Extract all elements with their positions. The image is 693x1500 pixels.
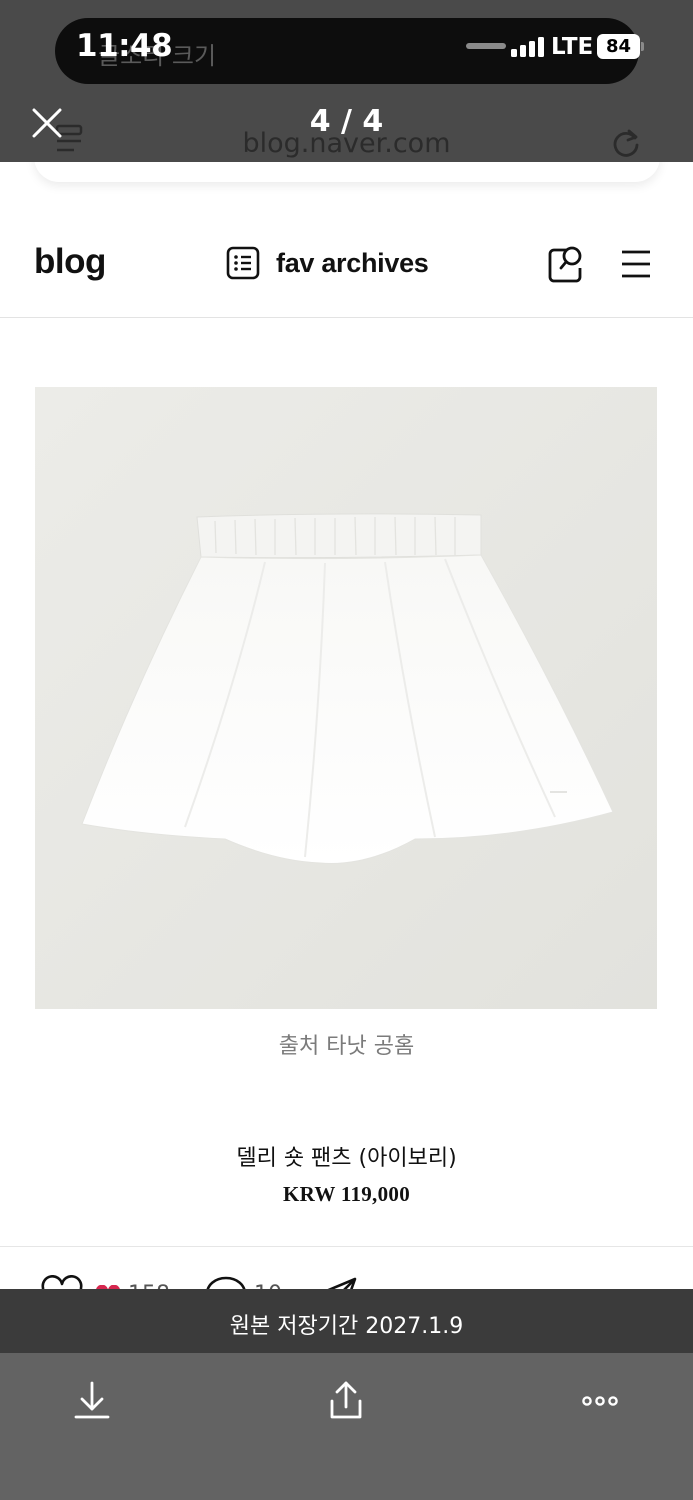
divider (0, 1246, 693, 1247)
signal-strength-icon (466, 35, 544, 57)
shorts-image (35, 387, 657, 1009)
menu-icon[interactable] (620, 248, 652, 280)
download-icon[interactable] (70, 1379, 114, 1423)
product-name: 델리 숏 팬츠 (아이보리) (236, 1146, 457, 1171)
comment-icon[interactable] (204, 1274, 248, 1289)
like-count[interactable]: 158 (128, 1282, 170, 1289)
status-time: 11:48 (76, 28, 173, 64)
search-icon[interactable] (546, 244, 586, 284)
share-icon[interactable] (316, 1276, 358, 1289)
archive-link[interactable]: fav archives (226, 246, 429, 280)
blog-header: blog fav archives (0, 218, 693, 318)
reload-icon (613, 129, 639, 157)
list-icon (226, 246, 260, 280)
upload-icon[interactable] (324, 1379, 368, 1423)
product-price: KRW 119,000 (282, 1182, 411, 1206)
bottom-toolbar (0, 1353, 693, 1500)
more-icon[interactable] (578, 1379, 622, 1423)
heart-icon[interactable] (40, 1275, 84, 1289)
reaction-row: 158 10 (0, 1272, 693, 1289)
product-photo[interactable] (35, 387, 657, 1009)
network-type: LTE (551, 34, 594, 60)
url-bar-edge (34, 162, 660, 182)
blog-page: blog fav archives 출처 타낫 공홈 델리 숏 팬츠 (아이보리… (0, 162, 693, 1289)
battery-nub (641, 42, 644, 51)
blog-logo[interactable]: blog (34, 242, 106, 282)
archive-title: fav archives (276, 247, 429, 278)
battery-icon: 84 (597, 34, 640, 59)
page-counter: 4 / 4 (309, 104, 384, 139)
comment-count[interactable]: 10 (254, 1282, 282, 1289)
retention-text: 원본 저장기간 2027.1.9 (229, 1314, 464, 1339)
image-caption: 출처 타낫 공홈 (278, 1034, 415, 1059)
close-icon[interactable] (30, 106, 64, 140)
